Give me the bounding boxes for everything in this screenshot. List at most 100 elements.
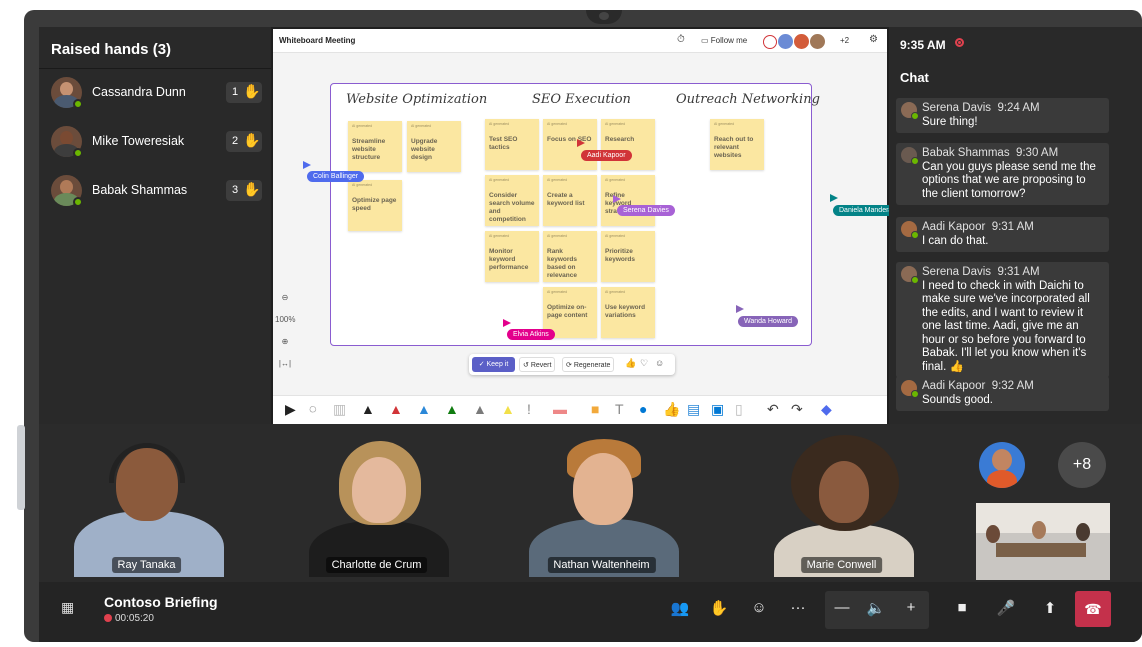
black-pen-icon[interactable]: ▲ <box>361 401 375 417</box>
feedback-icon[interactable]: ☺ <box>655 358 664 368</box>
more-participants-button[interactable]: +8 <box>1058 442 1106 488</box>
meeting-duration: 00:05:20 <box>104 613 154 624</box>
regenerate-button[interactable]: ⟳ Regenerate <box>562 357 615 372</box>
participant-name-tag: Marie Conwell <box>800 557 883 573</box>
message-text: I can do that. <box>922 234 989 247</box>
hand-order-badge: 1 ✋ <box>226 82 262 103</box>
message-text: Sounds good. <box>922 393 993 406</box>
raised-hands-panel: Raised hands (3) Cassandra Dunn 1 ✋ Mike … <box>39 27 271 424</box>
leave-call-button[interactable]: ☎ <box>1075 591 1111 627</box>
raised-hand-icon: ✋ <box>243 83 261 99</box>
chat-title: Chat <box>900 70 929 85</box>
reactions-icon[interactable]: 👍 <box>663 401 680 418</box>
sticky-note[interactable]: AI generated Research <box>601 119 655 170</box>
thumbs-up-icon[interactable]: 👍 <box>625 358 636 369</box>
more-options-icon[interactable]: ··· <box>785 599 811 616</box>
participant-video-tile[interactable]: Marie Conwell <box>749 429 934 577</box>
participant-video-tile[interactable]: Ray Tanaka <box>54 429 239 577</box>
raise-hand-icon[interactable]: ✋ <box>706 599 732 617</box>
keep-it-button[interactable]: ✓ Keep it <box>472 357 515 372</box>
whiteboard[interactable]: Whiteboard Meeting ⏱ ▭ Follow me +2 ⚙ We… <box>273 29 899 424</box>
undo-icon: ↺ <box>523 362 529 369</box>
divider <box>39 68 271 69</box>
blue-pen-icon[interactable]: ▲ <box>417 401 431 417</box>
device-frame: Raised hands (3) Cassandra Dunn 1 ✋ Mike … <box>24 10 1142 642</box>
sticky-note[interactable]: AI generated Focus on SEO <box>543 119 597 170</box>
thumbs-down-icon[interactable]: ♡ <box>640 358 648 369</box>
raised-hand-icon: ✋ <box>243 132 261 148</box>
camera-icon[interactable]: ■ <box>949 599 975 616</box>
collaborator-avatars[interactable] <box>763 33 826 50</box>
sticky-note[interactable]: AI generated Optimize page speed <box>348 180 402 231</box>
select-icon[interactable]: ▶ <box>285 401 296 418</box>
volume-down-button[interactable]: — <box>829 599 855 616</box>
participant-video-tile[interactable]: Nathan Waltenheim <box>509 429 694 577</box>
zoom-out-icon[interactable]: ⊖ <box>275 287 295 309</box>
timer-icon[interactable]: ⏱ <box>677 34 685 45</box>
collaborator-cursor-label: Serena Davies <box>617 205 675 216</box>
reactions-icon[interactable]: ☺ <box>746 599 772 616</box>
chat-message[interactable]: Aadi Kapoor 9:32 AM Sounds good. <box>896 376 1109 411</box>
collaborator-cursor-label: Colin Ballinger <box>307 171 365 182</box>
sticky-note[interactable]: AI generated Create a keyword list <box>543 175 597 226</box>
meeting-title: Contoso Briefing <box>104 594 218 610</box>
green-pen-icon[interactable]: ▲ <box>445 401 459 417</box>
microphone-icon[interactable]: 🎤 <box>993 599 1019 617</box>
copilot-icon[interactable]: ◆ <box>821 401 832 418</box>
text-icon[interactable]: T <box>615 401 624 417</box>
participant-video-tile[interactable]: Charlotte de Crum <box>284 429 469 577</box>
avatar <box>901 221 919 239</box>
speaker-icon[interactable]: 🔈 <box>863 599 889 617</box>
message-text: Sure thing! <box>922 115 978 128</box>
sticky-note[interactable]: AI generated Test SEO tactics <box>485 119 539 170</box>
presence-available-icon <box>73 197 83 207</box>
cursor-arrow-icon <box>303 161 311 169</box>
image-icon[interactable]: ▣ <box>711 401 724 418</box>
eraser-icon[interactable]: ▬ <box>553 401 567 417</box>
volume-up-button[interactable]: + <box>898 599 924 616</box>
laser-pointer-icon[interactable]: ǃ <box>527 401 531 417</box>
redo-icon[interactable]: ↷ <box>791 401 803 418</box>
zoom-in-icon[interactable]: ⊕ <box>275 331 295 353</box>
follow-me-button[interactable]: ▭ Follow me <box>701 36 747 45</box>
people-icon[interactable]: 👥 <box>667 599 693 617</box>
raised-hand-row[interactable]: Mike Toweresiak 2 ✋ <box>39 120 271 164</box>
revert-button[interactable]: ↺ Revert <box>519 357 556 372</box>
chat-message[interactable]: Babak Shammas 9:30 AM Can you guys pleas… <box>896 143 1109 205</box>
ruler-icon[interactable]: ▥ <box>333 401 346 418</box>
lasso-icon[interactable]: ◌ <box>309 401 317 416</box>
avatar <box>778 34 793 50</box>
sticky-note[interactable]: AI generated Use keyword variations <box>601 287 655 338</box>
raised-hand-row[interactable]: Babak Shammas 3 ✋ <box>39 169 271 213</box>
sticky-note[interactable]: AI generated Streamline website structure <box>348 121 402 172</box>
participant-video-strip: Ray Tanaka Charlotte de Crum Nathan Walt… <box>39 424 1142 582</box>
calendar-icon[interactable]: ▦ <box>61 599 74 616</box>
fit-to-screen-icon[interactable]: |↔| <box>275 353 295 375</box>
share-screen-icon[interactable]: ⬆ <box>1037 599 1063 617</box>
sticky-note[interactable]: AI generated Prioritize keywords <box>601 231 655 282</box>
sticky-note[interactable]: AI generated Rank keywords based on relev… <box>543 231 597 282</box>
raised-hand-row[interactable]: Cassandra Dunn 1 ✋ <box>39 71 271 115</box>
undo-icon[interactable]: ↶ <box>767 401 779 418</box>
gear-icon[interactable]: ⚙ <box>869 34 878 45</box>
red-pen-icon[interactable]: ▲ <box>389 401 403 417</box>
chat-message[interactable]: Aadi Kapoor 9:31 AM I can do that. <box>896 217 1109 252</box>
shapes-icon[interactable]: ● <box>639 401 647 417</box>
sticky-note-icon[interactable]: ■ <box>591 401 599 417</box>
sticky-note[interactable]: AI generatedRefine keyword strategy <box>601 175 655 226</box>
room-video-thumbnail[interactable] <box>976 503 1110 580</box>
document-icon[interactable]: ▯ <box>735 401 743 418</box>
sticky-note[interactable]: AI generated Upgrade website design <box>407 121 461 172</box>
message-text: Can you guys please send me the options … <box>922 160 1096 200</box>
gray-pen-icon[interactable]: ▲ <box>473 401 487 417</box>
highlighter-icon[interactable]: ▲ <box>501 401 515 417</box>
sticky-note[interactable]: AI generated Reach out to relevant websit… <box>710 119 764 170</box>
chat-message[interactable]: Serena Davis 9:24 AM Sure thing! <box>896 98 1109 133</box>
self-avatar[interactable] <box>979 442 1025 488</box>
chat-message[interactable]: Serena Davis 9:31 AM I need to check in … <box>896 262 1109 378</box>
extra-collaborators-count[interactable]: +2 <box>840 36 849 45</box>
presence-available-icon <box>73 148 83 158</box>
sticky-note[interactable]: AI generated Monitor keyword performance <box>485 231 539 282</box>
sticky-note[interactable]: AI generated Consider search volume and c… <box>485 175 539 226</box>
templates-icon[interactable]: ▤ <box>687 401 700 418</box>
